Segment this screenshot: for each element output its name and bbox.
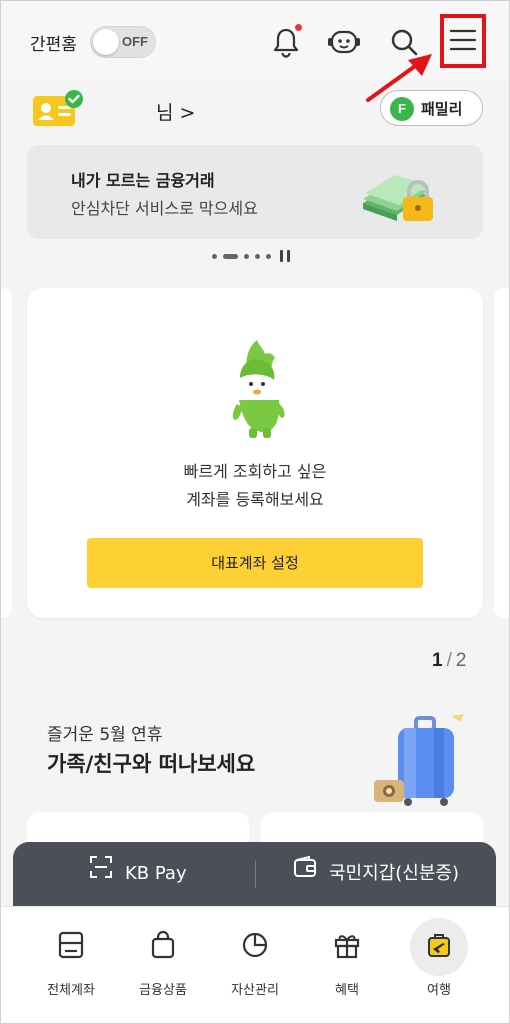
scan-icon bbox=[89, 842, 113, 906]
wallet-icon bbox=[293, 842, 317, 906]
wallet-label: 국민지갑(신분증) bbox=[329, 863, 459, 884]
account-card: 빠르게 조회하고 싶은 계좌를 등록해보세요 대표계좌 설정 bbox=[27, 288, 483, 618]
menu-icon[interactable] bbox=[445, 22, 481, 58]
next-card-peek[interactable] bbox=[494, 288, 510, 618]
card-message-line2: 계좌를 등록해보세요 bbox=[186, 490, 324, 509]
bell-icon[interactable] bbox=[268, 24, 304, 60]
nav-label: 자산관리 bbox=[231, 983, 279, 998]
banner-pagination[interactable] bbox=[212, 250, 302, 264]
simple-home-toggle[interactable]: OFF bbox=[90, 26, 156, 58]
mascot-illustration bbox=[232, 340, 285, 438]
nav-label: 금융상품 bbox=[139, 983, 187, 998]
nav-benefits[interactable]: 혜택 bbox=[307, 907, 387, 1024]
paybar-divider bbox=[255, 860, 256, 888]
pager-total: 2 bbox=[455, 650, 467, 671]
kb-pay-label: KB Pay bbox=[125, 863, 187, 884]
previous-card-peek[interactable] bbox=[0, 288, 12, 618]
nav-all-accounts[interactable]: 전체계좌 bbox=[31, 907, 111, 1024]
family-button[interactable]: F 패밀리 bbox=[380, 90, 483, 126]
kb-pay-button[interactable]: KB Pay bbox=[89, 842, 187, 906]
pager-current: 1 bbox=[432, 650, 443, 671]
nav-travel[interactable]: 여행 bbox=[399, 907, 479, 1024]
account-card-icon bbox=[58, 931, 84, 959]
money-lock-illustration bbox=[363, 175, 433, 221]
user-name[interactable]: 님 > bbox=[156, 98, 195, 125]
nav-label: 여행 bbox=[427, 983, 451, 998]
set-primary-account-button[interactable]: 대표계좌 설정 bbox=[87, 538, 423, 588]
family-label: 패밀리 bbox=[421, 100, 463, 118]
chatbot-icon[interactable] bbox=[326, 24, 362, 60]
promo-title[interactable]: 가족/친구와 떠나보세요 bbox=[47, 748, 255, 778]
promo-banner[interactable]: 내가 모르는 금융거래 안심차단 서비스로 막으세요 bbox=[27, 145, 483, 239]
simple-home-label: 간편홈 bbox=[30, 35, 77, 55]
pie-chart-icon bbox=[242, 932, 268, 958]
toggle-knob bbox=[93, 29, 119, 55]
suitcase-illustration bbox=[374, 714, 464, 806]
gift-icon bbox=[334, 935, 360, 959]
family-badge: F bbox=[390, 97, 414, 121]
nav-financial-products[interactable]: 금융상품 bbox=[123, 907, 203, 1024]
card-pager: 1/2 bbox=[432, 650, 466, 672]
pager-separator: / bbox=[446, 650, 452, 671]
promo-subtitle: 즐거운 5월 연휴 bbox=[47, 725, 163, 745]
id-card-icon[interactable] bbox=[32, 90, 84, 128]
nav-label: 전체계좌 bbox=[47, 983, 95, 998]
notification-dot bbox=[295, 24, 302, 31]
nav-label: 혜택 bbox=[335, 983, 359, 998]
card-message-line1: 빠르게 조회하고 싶은 bbox=[183, 462, 327, 481]
wallet-button[interactable]: 국민지갑(신분증) bbox=[293, 842, 459, 906]
pay-bar: KB Pay 국민지갑(신분증) bbox=[13, 842, 496, 906]
travel-icon bbox=[428, 934, 450, 957]
toggle-state-label: OFF bbox=[122, 34, 148, 49]
bottom-navigation: 전체계좌 금융상품 자산관리 혜택 여행 bbox=[0, 906, 510, 1024]
banner-title: 내가 모르는 금융거래 bbox=[71, 171, 215, 190]
banner-subtitle: 안심차단 서비스로 막으세요 bbox=[71, 199, 258, 218]
shopping-bag-icon bbox=[151, 930, 175, 959]
nav-asset-management[interactable]: 자산관리 bbox=[215, 907, 295, 1024]
